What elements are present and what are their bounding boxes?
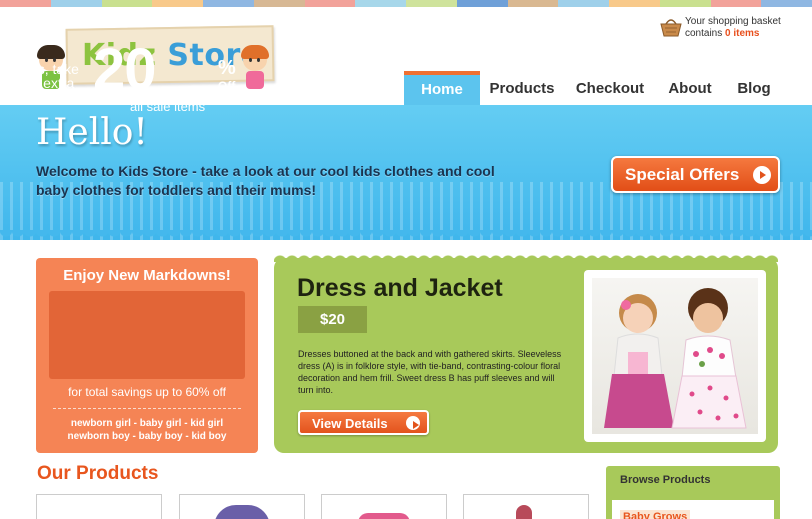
hero-text: Welcome to Kids Store - take a look at o… — [36, 163, 495, 198]
markdown-heading: Enjoy New Markdowns! — [63, 267, 231, 284]
main-nav: Home Products Checkout About Blog — [404, 71, 784, 105]
basket-count: 0 items — [725, 28, 760, 39]
nav-home[interactable]: Home — [404, 71, 480, 105]
product-thumbnail — [214, 505, 270, 519]
featured-title: Dress and Jacket — [297, 274, 503, 302]
basket-line1: Your shopping basket — [685, 16, 781, 27]
markdown-categories: newborn girl - baby girl - kid girl newb… — [36, 417, 258, 443]
all-sale-items: all sale items — [130, 99, 206, 114]
view-details-button[interactable]: View Details — [298, 410, 429, 435]
product-card[interactable] — [463, 494, 589, 519]
basket-summary[interactable]: Your shopping basket contains 0 items — [685, 16, 781, 40]
off-label: Off — [218, 79, 236, 93]
decorative-stripe — [0, 0, 812, 7]
markdown-panel — [49, 291, 245, 379]
basket-icon[interactable] — [659, 17, 683, 37]
nav-about[interactable]: About — [656, 71, 724, 105]
price-badge: $20 — [298, 306, 367, 333]
markdown-promo[interactable]: Enjoy New Markdowns! for total savings u… — [36, 258, 258, 453]
featured-scallop-edge — [274, 254, 778, 262]
product-card[interactable] — [179, 494, 305, 519]
browse-products-title: Browse Products — [620, 474, 711, 486]
browse-item-baby-grows[interactable]: Baby Grows — [620, 510, 691, 519]
featured-description: Dresses buttoned at the back and with ga… — [298, 349, 562, 395]
play-arrow-icon — [753, 166, 771, 184]
markdown-plus-extra: plus, take an extra — [19, 61, 79, 91]
product-photo[interactable] — [592, 278, 758, 434]
category-links-boys[interactable]: newborn boy - baby boy - kid boy — [36, 430, 258, 443]
nav-products[interactable]: Products — [480, 71, 564, 105]
product-card[interactable] — [321, 494, 447, 519]
nav-checkout[interactable]: Checkout — [564, 71, 656, 105]
markdown-percent: 20 — [93, 37, 157, 102]
view-details-label: View Details — [312, 416, 388, 431]
product-card[interactable] — [36, 494, 162, 519]
play-arrow-icon — [406, 416, 420, 430]
hero-scallop-edge — [0, 230, 812, 246]
percent-sign: % — [218, 57, 236, 79]
our-products-heading: Our Products — [37, 463, 159, 484]
product-thumbnail — [516, 505, 532, 519]
markdown-total: for total savings up to 60% off — [68, 385, 226, 399]
basket-line2: contains 0 items — [685, 28, 760, 39]
hero-title: Hello! — [36, 112, 148, 153]
nav-blog[interactable]: Blog — [724, 71, 784, 105]
divider — [53, 408, 241, 409]
product-thumbnail — [358, 513, 410, 519]
girl-icon — [238, 39, 272, 91]
special-offers-button[interactable]: Special Offers — [611, 156, 780, 193]
category-links-girls[interactable]: newborn girl - baby girl - kid girl — [36, 417, 258, 430]
children-photo-illustration — [604, 288, 747, 429]
special-offers-label: Special Offers — [625, 165, 740, 184]
